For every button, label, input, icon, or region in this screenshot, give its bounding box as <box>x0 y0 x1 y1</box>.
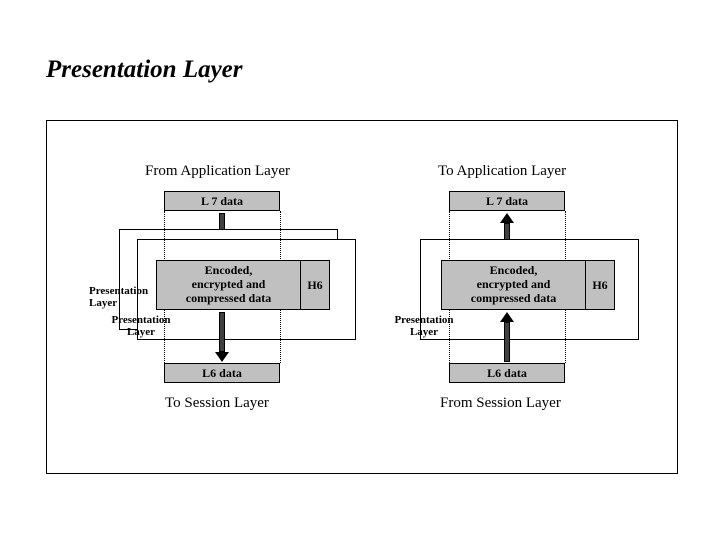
right-h6-text: H6 <box>592 278 607 292</box>
left-h6-text: H6 <box>307 278 322 292</box>
right-encoded-text: Encoded, encrypted and compressed data <box>471 264 556 305</box>
left-l6-text: L6 data <box>202 366 242 380</box>
right-bottom-label: From Session Layer <box>440 395 561 412</box>
diagram-frame: From Application Layer L 7 data Encoded,… <box>46 120 678 474</box>
left-bottom-label: To Session Layer <box>165 395 269 412</box>
arrow-up-icon <box>500 312 514 362</box>
right-presentation-label: Presentation Layer <box>387 314 461 338</box>
right-encoded-box: Encoded, encrypted and compressed data <box>441 260 586 310</box>
left-l7-box: L 7 data <box>164 191 280 211</box>
left-presentation-label-2: Presentation Layer <box>104 314 178 338</box>
right-l6-box: L6 data <box>449 363 565 383</box>
left-l6-box: L6 data <box>164 363 280 383</box>
left-top-label: From Application Layer <box>145 163 290 180</box>
left-encoded-text: Encoded, encrypted and compressed data <box>186 264 271 305</box>
left-h6-box: H6 <box>300 260 330 310</box>
left-l7-text: L 7 data <box>201 194 243 208</box>
right-top-label: To Application Layer <box>438 163 566 180</box>
arrow-down-icon <box>215 312 229 362</box>
right-l6-text: L6 data <box>487 366 527 380</box>
left-presentation-label-1: Presentation Layer <box>89 285 161 309</box>
right-l7-box: L 7 data <box>449 191 565 211</box>
left-encoded-box: Encoded, encrypted and compressed data <box>156 260 301 310</box>
right-h6-box: H6 <box>585 260 615 310</box>
right-l7-text: L 7 data <box>486 194 528 208</box>
page-title: Presentation Layer <box>46 56 243 84</box>
